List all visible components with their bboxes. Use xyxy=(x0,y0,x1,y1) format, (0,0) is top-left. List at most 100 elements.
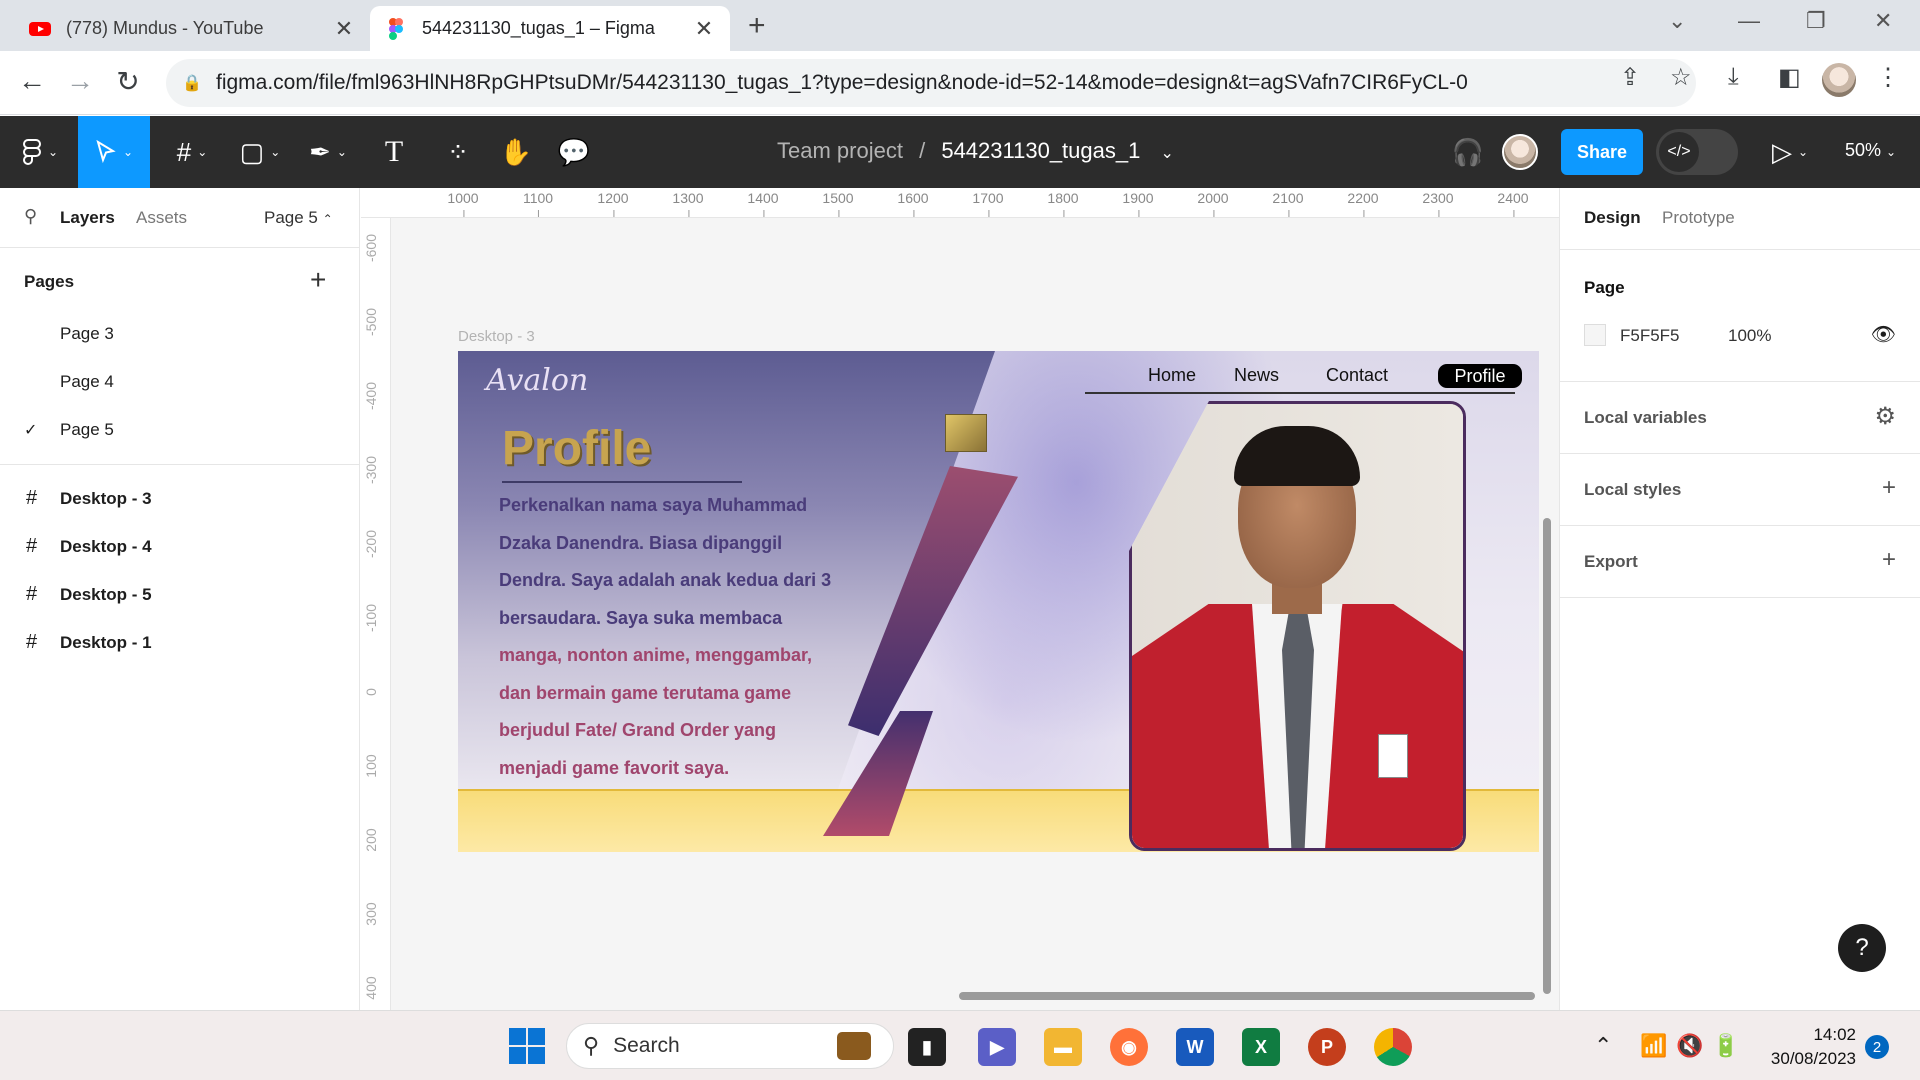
page-item[interactable]: Page 3 xyxy=(0,310,359,358)
main-menu-button[interactable]: ⌄ xyxy=(10,116,70,188)
pen-tool[interactable]: ✒ ⌄ xyxy=(300,116,356,188)
tab-prototype[interactable]: Prototype xyxy=(1662,208,1735,228)
hand-tool[interactable]: ✋ xyxy=(494,116,538,188)
ruler-tick: 2200 xyxy=(1347,190,1379,217)
teams-chat-icon[interactable]: ▶ xyxy=(978,1028,1016,1066)
frame-label[interactable]: Desktop - 3 xyxy=(458,328,535,345)
present-button[interactable]: ▷ ⌄ xyxy=(1770,116,1810,188)
wifi-icon[interactable]: 📶 xyxy=(1640,1033,1667,1059)
powerpoint-icon[interactable]: P xyxy=(1308,1028,1346,1066)
move-tool[interactable]: ⌄ xyxy=(78,116,150,188)
file-explorer-icon[interactable]: ▬ xyxy=(1044,1028,1082,1066)
left-panel-tabs: ⚲ Layers Assets Page 5 ⌃ xyxy=(0,188,359,248)
notification-badge[interactable]: 2 xyxy=(1865,1035,1889,1059)
background-hex[interactable]: F5F5F5 xyxy=(1620,326,1680,346)
system-clock[interactable]: 14:02 30/08/2023 xyxy=(1760,1023,1856,1071)
back-icon[interactable]: ← xyxy=(14,65,50,97)
chevron-down-icon[interactable]: ⌄ xyxy=(1160,145,1173,162)
share-button[interactable]: Share xyxy=(1561,129,1643,175)
close-tab-icon[interactable]: ✕ xyxy=(332,16,356,42)
page-selector[interactable]: Page 5 ⌃ xyxy=(264,208,333,228)
url-text: figma.com/file/fml963HlNH8RpGHPtsuDMr/54… xyxy=(216,71,1468,94)
file-breadcrumb[interactable]: Team project / 544231130_tugas_1 ⌄ xyxy=(777,138,1174,164)
url-field[interactable]: 🔒 figma.com/file/fml963HlNH8RpGHPtsuDMr/… xyxy=(166,59,1696,107)
tab-figma[interactable]: 544231130_tugas_1 – Figma ✕ xyxy=(370,6,730,51)
forward-icon[interactable]: → xyxy=(62,65,98,97)
background-opacity[interactable]: 100% xyxy=(1728,326,1771,346)
ruler-tick: 1700 xyxy=(972,190,1004,217)
bio-line: berjudul Fate/ Grand Order yang xyxy=(499,720,777,740)
chevron-up-icon[interactable]: ⌃ xyxy=(1594,1033,1612,1059)
layer-item[interactable]: # Desktop - 3 xyxy=(0,475,359,523)
close-tab-icon[interactable]: ✕ xyxy=(692,16,716,42)
dev-mode-toggle[interactable]: </> xyxy=(1656,129,1738,175)
plus-icon[interactable]: + xyxy=(1882,546,1896,574)
team-name[interactable]: Team project xyxy=(777,138,903,163)
battery-icon[interactable]: 🔋 xyxy=(1712,1033,1739,1059)
vertical-scrollbar[interactable] xyxy=(1543,518,1551,994)
page-item[interactable]: Page 4 xyxy=(0,358,359,406)
design-canvas[interactable]: 1000 1100 1200 1300 1400 1500 1600 1700 … xyxy=(361,188,1559,1010)
frame-tool[interactable]: # ⌄ xyxy=(164,116,220,188)
text-tool[interactable]: T xyxy=(372,116,416,188)
bookmark-star-icon[interactable]: ☆ xyxy=(1670,63,1692,92)
share-page-icon[interactable]: ⇪ xyxy=(1620,63,1640,92)
ruler-tick: 1200 xyxy=(597,190,629,217)
ruler-tick: 300 xyxy=(363,902,379,926)
nav-profile[interactable]: Profile xyxy=(1438,364,1522,388)
tab-search-icon[interactable]: ⌄ xyxy=(1668,8,1686,34)
file-name[interactable]: 544231130_tugas_1 xyxy=(941,138,1140,163)
minimize-icon[interactable]: — xyxy=(1738,8,1760,34)
comment-tool[interactable]: 💬 xyxy=(552,116,596,188)
download-icon[interactable]: ⤓ xyxy=(1728,63,1739,91)
local-styles-section[interactable]: Local styles + xyxy=(1560,454,1920,526)
ruler-tick: -200 xyxy=(363,529,379,559)
profile-avatar[interactable] xyxy=(1822,63,1856,97)
chevron-down-icon: ⌄ xyxy=(1797,145,1809,159)
close-window-icon[interactable]: ✕ xyxy=(1874,8,1892,34)
sliders-icon[interactable]: ⚙ xyxy=(1874,402,1896,431)
layer-item[interactable]: # Desktop - 1 xyxy=(0,619,359,667)
local-variables-section[interactable]: Local variables ⚙ xyxy=(1560,382,1920,454)
plus-icon[interactable]: + xyxy=(1882,474,1896,502)
taskbar-search[interactable]: ⚲ Search xyxy=(566,1023,894,1069)
horizontal-scrollbar[interactable] xyxy=(959,992,1535,1000)
page-item-selected[interactable]: ✓ Page 5 xyxy=(0,406,359,454)
desktop-frame[interactable]: Avalon Profile Perkenalkan nama saya Muh… xyxy=(458,351,1539,852)
color-swatch[interactable] xyxy=(1584,324,1606,346)
export-section[interactable]: Export + xyxy=(1560,526,1920,598)
collaborator-avatar[interactable] xyxy=(1502,134,1538,170)
tab-assets[interactable]: Assets xyxy=(136,208,187,228)
search-icon[interactable]: ⚲ xyxy=(24,206,37,227)
excel-icon[interactable]: X xyxy=(1242,1028,1280,1066)
eye-icon[interactable]: 👁 xyxy=(1871,322,1896,347)
side-panel-icon[interactable]: ◧ xyxy=(1778,63,1801,92)
tab-youtube[interactable]: (778) Mundus - YouTube ✕ xyxy=(14,6,370,51)
chrome-icon[interactable] xyxy=(1374,1028,1412,1066)
layer-item[interactable]: # Desktop - 5 xyxy=(0,571,359,619)
resources-tool[interactable]: ⁘ xyxy=(436,116,480,188)
nav-news[interactable]: News xyxy=(1234,365,1279,386)
browser-menu-icon[interactable]: ⋮ xyxy=(1876,63,1900,92)
help-button[interactable]: ? xyxy=(1838,924,1886,972)
audio-call-button[interactable]: 🎧 xyxy=(1446,116,1490,188)
nav-contact[interactable]: Contact xyxy=(1326,365,1388,386)
word-icon[interactable]: W xyxy=(1176,1028,1214,1066)
ruler-tick: 1600 xyxy=(897,190,929,217)
volume-muted-icon[interactable]: 🔇 xyxy=(1676,1033,1703,1059)
windows-start-icon[interactable] xyxy=(508,1027,546,1065)
tab-title: (778) Mundus - YouTube xyxy=(66,18,264,38)
tab-design[interactable]: Design xyxy=(1584,208,1641,228)
restore-icon[interactable]: ❐ xyxy=(1806,8,1826,34)
hand-icon: ✋ xyxy=(499,136,533,167)
firefox-icon[interactable]: ◉ xyxy=(1110,1028,1148,1066)
reload-icon[interactable]: ↻ xyxy=(110,65,146,98)
new-tab-icon[interactable]: + xyxy=(748,9,766,43)
task-view-icon[interactable]: ▮ xyxy=(908,1028,946,1066)
nav-home[interactable]: Home xyxy=(1148,365,1196,386)
layer-item[interactable]: # Desktop - 4 xyxy=(0,523,359,571)
tab-layers[interactable]: Layers xyxy=(60,208,115,228)
shape-tool[interactable]: ▢ ⌄ xyxy=(232,116,288,188)
add-page-icon[interactable]: + xyxy=(310,264,326,296)
zoom-control[interactable]: 50% ⌄ xyxy=(1845,140,1896,161)
